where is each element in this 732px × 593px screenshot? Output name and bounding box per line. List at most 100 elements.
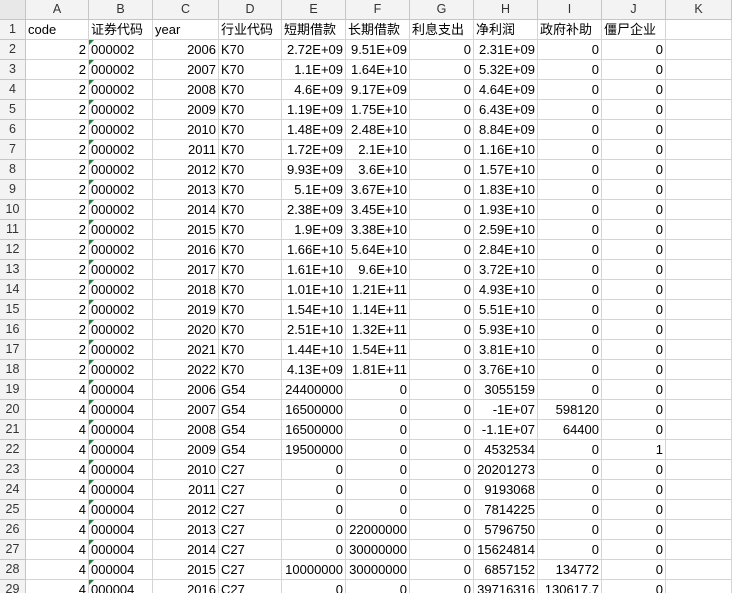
cell[interactable] xyxy=(666,60,732,80)
cell[interactable]: 4 xyxy=(26,560,89,580)
cell[interactable]: G54 xyxy=(219,400,282,420)
column-header-f[interactable]: F xyxy=(346,0,410,20)
cell[interactable]: 22000000 xyxy=(346,520,410,540)
cell[interactable]: 30000000 xyxy=(346,560,410,580)
cell[interactable]: 0 xyxy=(410,360,474,380)
cell[interactable]: 5.64E+10 xyxy=(346,240,410,260)
cell[interactable]: 000004 xyxy=(89,520,153,540)
cell[interactable]: 0 xyxy=(410,460,474,480)
cell[interactable]: 2020 xyxy=(153,320,219,340)
cell[interactable]: 0 xyxy=(410,580,474,593)
cell[interactable]: 1.14E+11 xyxy=(346,300,410,320)
cell[interactable]: 1.48E+09 xyxy=(282,120,346,140)
cell[interactable]: 2 xyxy=(26,180,89,200)
cell[interactable]: 0 xyxy=(410,520,474,540)
cell[interactable]: 8.84E+09 xyxy=(474,120,538,140)
cell[interactable]: 7814225 xyxy=(474,500,538,520)
cell[interactable]: 0 xyxy=(346,380,410,400)
cell[interactable]: 0 xyxy=(538,440,602,460)
cell[interactable]: 2 xyxy=(26,340,89,360)
cell[interactable]: 30000000 xyxy=(346,540,410,560)
cell[interactable]: C27 xyxy=(219,480,282,500)
cell[interactable]: 0 xyxy=(410,220,474,240)
cell[interactable]: 2012 xyxy=(153,160,219,180)
cell[interactable]: 2.51E+10 xyxy=(282,320,346,340)
cell[interactable]: 000002 xyxy=(89,80,153,100)
row-header[interactable]: 2 xyxy=(0,40,26,60)
cell[interactable]: 长期借款 xyxy=(346,20,410,40)
cell[interactable]: 24400000 xyxy=(282,380,346,400)
cell[interactable]: 000004 xyxy=(89,540,153,560)
cell[interactable]: 0 xyxy=(346,400,410,420)
cell[interactable]: 1.19E+09 xyxy=(282,100,346,120)
column-header-g[interactable]: G xyxy=(410,0,474,20)
cell[interactable]: 0 xyxy=(602,120,666,140)
cell[interactable]: 0 xyxy=(538,520,602,540)
cell[interactable]: 000002 xyxy=(89,360,153,380)
cell[interactable]: 0 xyxy=(602,160,666,180)
cell[interactable]: 4 xyxy=(26,520,89,540)
cell[interactable]: -1E+07 xyxy=(474,400,538,420)
cell[interactable] xyxy=(666,40,732,60)
cell[interactable]: 0 xyxy=(538,360,602,380)
cell[interactable]: 3.81E+10 xyxy=(474,340,538,360)
cell[interactable]: 0 xyxy=(410,380,474,400)
cell[interactable]: 130617.7 xyxy=(538,580,602,593)
row-header[interactable]: 15 xyxy=(0,300,26,320)
cell[interactable] xyxy=(666,200,732,220)
cell[interactable]: 2 xyxy=(26,140,89,160)
cell[interactable]: 0 xyxy=(602,520,666,540)
cell[interactable]: 000002 xyxy=(89,320,153,340)
cell[interactable]: 4 xyxy=(26,580,89,593)
cell[interactable]: 2.1E+10 xyxy=(346,140,410,160)
cell[interactable]: 0 xyxy=(282,460,346,480)
cell[interactable]: 2.84E+10 xyxy=(474,240,538,260)
cell[interactable]: 2016 xyxy=(153,240,219,260)
cell[interactable]: 2008 xyxy=(153,80,219,100)
cell[interactable]: 2006 xyxy=(153,40,219,60)
cell[interactable]: 2 xyxy=(26,280,89,300)
row-header[interactable]: 12 xyxy=(0,240,26,260)
cell[interactable] xyxy=(666,400,732,420)
cell[interactable]: 0 xyxy=(410,500,474,520)
row-header[interactable]: 18 xyxy=(0,360,26,380)
cell[interactable] xyxy=(666,560,732,580)
cell[interactable]: 0 xyxy=(346,420,410,440)
cell[interactable]: 0 xyxy=(538,460,602,480)
cell[interactable]: 9193068 xyxy=(474,480,538,500)
cell[interactable]: 2 xyxy=(26,60,89,80)
row-header[interactable]: 13 xyxy=(0,260,26,280)
cell[interactable]: 20201273 xyxy=(474,460,538,480)
row-header[interactable]: 1 xyxy=(0,20,26,40)
cell[interactable]: 4.64E+09 xyxy=(474,80,538,100)
cell[interactable] xyxy=(666,140,732,160)
cell[interactable]: 2.38E+09 xyxy=(282,200,346,220)
cell[interactable]: 2021 xyxy=(153,340,219,360)
cell[interactable]: 000002 xyxy=(89,280,153,300)
cell[interactable]: 9.6E+10 xyxy=(346,260,410,280)
cell[interactable] xyxy=(666,440,732,460)
cell[interactable]: 64400 xyxy=(538,420,602,440)
cell[interactable]: 000002 xyxy=(89,160,153,180)
cell[interactable]: 2015 xyxy=(153,560,219,580)
cell[interactable]: 2 xyxy=(26,40,89,60)
cell[interactable]: 0 xyxy=(410,480,474,500)
row-header[interactable]: 9 xyxy=(0,180,26,200)
cell[interactable]: 000002 xyxy=(89,140,153,160)
row-header[interactable]: 10 xyxy=(0,200,26,220)
cell[interactable]: 2017 xyxy=(153,260,219,280)
cell[interactable]: 0 xyxy=(602,140,666,160)
cell[interactable]: 0 xyxy=(538,320,602,340)
cell[interactable]: 2 xyxy=(26,220,89,240)
cell[interactable]: 0 xyxy=(538,240,602,260)
cell[interactable]: 9.51E+09 xyxy=(346,40,410,60)
cell[interactable]: 9.17E+09 xyxy=(346,80,410,100)
cell[interactable]: 0 xyxy=(410,180,474,200)
cell[interactable]: 3.72E+10 xyxy=(474,260,538,280)
cell[interactable]: 0 xyxy=(538,500,602,520)
cell[interactable]: 0 xyxy=(346,480,410,500)
cell[interactable]: 19500000 xyxy=(282,440,346,460)
cell[interactable]: 1.16E+10 xyxy=(474,140,538,160)
cell[interactable]: 5.1E+09 xyxy=(282,180,346,200)
cell[interactable]: 0 xyxy=(410,100,474,120)
